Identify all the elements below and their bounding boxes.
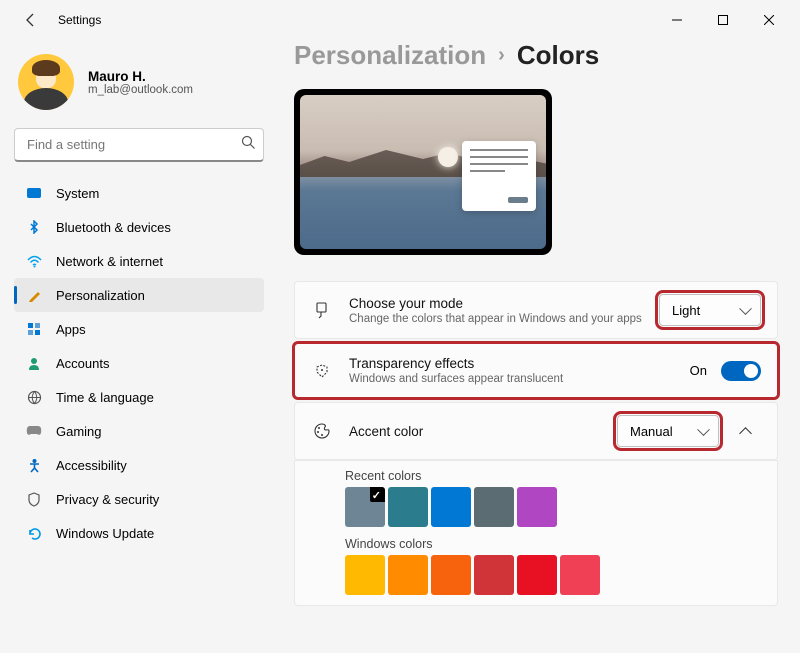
accent-colors-panel: Recent colors Windows colors [294,460,778,606]
transparency-subtitle: Windows and surfaces appear translucent [349,373,674,385]
sidebar-item-bluetooth-devices[interactable]: Bluetooth & devices [14,210,264,244]
accent-dropdown[interactable]: Manual [617,415,719,447]
privacy-icon [26,491,42,507]
sidebar: Mauro H. m_lab@outlook.com System Bluetoo… [0,40,280,653]
theme-preview [294,89,552,255]
windows-colors-label: Windows colors [345,537,761,551]
app-title: Settings [58,13,101,27]
choose-mode-row: Choose your mode Change the colors that … [294,281,778,339]
minimize-button[interactable] [654,4,700,36]
sidebar-item-network-internet[interactable]: Network & internet [14,244,264,278]
close-button[interactable] [746,4,792,36]
back-button[interactable] [22,11,40,29]
sidebar-item-personalization[interactable]: Personalization [14,278,264,312]
sidebar-item-label: Windows Update [56,526,154,541]
transparency-row: Transparency effects Windows and surface… [294,343,778,398]
sidebar-item-accounts[interactable]: Accounts [14,346,264,380]
sidebar-item-label: Accessibility [56,458,127,473]
time-language-icon [26,389,42,405]
accounts-icon [26,355,42,371]
recent-color-swatch[interactable] [517,487,557,527]
profile-block[interactable]: Mauro H. m_lab@outlook.com [14,50,264,128]
windows-color-swatch[interactable] [560,555,600,595]
recent-color-swatch[interactable] [345,487,385,527]
sidebar-item-privacy-security[interactable]: Privacy & security [14,482,264,516]
palette-icon [311,421,333,441]
sidebar-item-gaming[interactable]: Gaming [14,414,264,448]
accent-title: Accent color [349,424,601,439]
transparency-state-label: On [690,363,707,378]
sidebar-item-label: Personalization [56,288,145,303]
windows-color-swatch[interactable] [517,555,557,595]
breadcrumb: Personalization › Colors [294,40,778,71]
chevron-right-icon: › [498,44,505,67]
sidebar-item-label: Privacy & security [56,492,159,507]
sidebar-item-windows-update[interactable]: Windows Update [14,516,264,550]
mode-dropdown[interactable]: Light [659,294,761,326]
recent-color-swatch[interactable] [431,487,471,527]
titlebar: Settings [0,0,800,40]
brush-icon [311,301,333,319]
personalization-icon [26,287,42,303]
search-box [14,128,264,162]
windows-color-swatch[interactable] [345,555,385,595]
search-icon [241,135,256,155]
profile-name: Mauro H. [88,69,193,84]
sidebar-item-label: Bluetooth & devices [56,220,171,235]
windows-color-swatch[interactable] [474,555,514,595]
windows-color-swatch[interactable] [431,555,471,595]
maximize-button[interactable] [700,4,746,36]
sidebar-item-label: Accounts [56,356,109,371]
system-icon [26,185,42,201]
transparency-icon [311,362,333,380]
search-input[interactable] [14,128,264,162]
accent-expand-button[interactable] [729,415,761,447]
mode-title: Choose your mode [349,296,643,311]
transparency-title: Transparency effects [349,356,674,371]
mode-subtitle: Change the colors that appear in Windows… [349,313,643,325]
avatar [18,54,74,110]
main-content: Personalization › Colors Choose your mod… [280,40,800,653]
recent-colors-label: Recent colors [345,469,761,483]
bluetooth-icon [26,219,42,235]
wifi-icon [26,253,42,269]
sidebar-item-label: Time & language [56,390,154,405]
sidebar-item-system[interactable]: System [14,176,264,210]
breadcrumb-current: Colors [517,40,599,71]
gaming-icon [26,423,42,439]
windows-color-swatch[interactable] [388,555,428,595]
breadcrumb-parent[interactable]: Personalization [294,40,486,71]
recent-color-swatch[interactable] [474,487,514,527]
update-icon [26,525,42,541]
recent-color-swatch[interactable] [388,487,428,527]
sidebar-item-apps[interactable]: Apps [14,312,264,346]
profile-email: m_lab@outlook.com [88,84,193,96]
transparency-toggle[interactable] [721,361,761,381]
accessibility-icon [26,457,42,473]
sidebar-item-label: Gaming [56,424,102,439]
sidebar-item-label: Network & internet [56,254,163,269]
chevron-up-icon [739,427,752,440]
sidebar-item-label: Apps [56,322,86,337]
sidebar-item-label: System [56,186,99,201]
sidebar-item-accessibility[interactable]: Accessibility [14,448,264,482]
apps-icon [26,321,42,337]
sidebar-item-time-language[interactable]: Time & language [14,380,264,414]
accent-color-row: Accent color Manual [294,402,778,460]
